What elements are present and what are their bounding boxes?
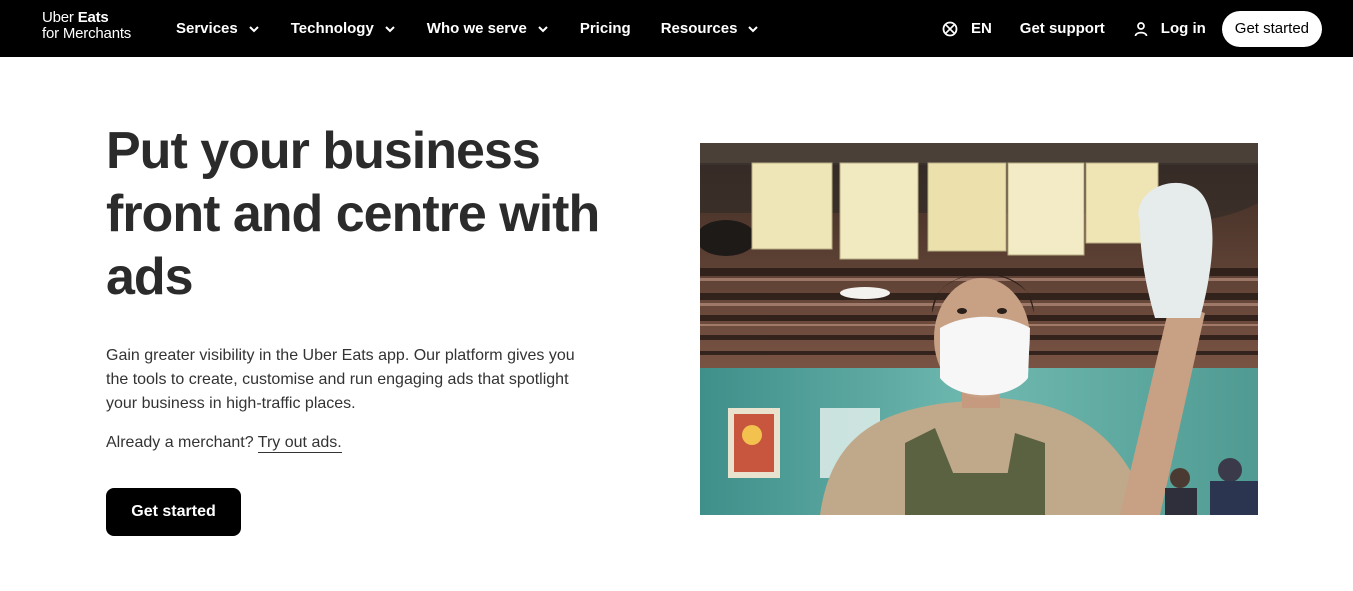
logo-line-2: for Merchants: [42, 25, 132, 42]
nav-services-label: Services: [176, 20, 238, 37]
language-label: EN: [970, 20, 992, 37]
uber-eats-merchants-logo[interactable]: Uber Eats for Merchants: [42, 10, 152, 44]
nav-resources-label: Resources: [660, 20, 738, 37]
language-selector[interactable]: EN: [942, 20, 992, 37]
nav-who-we-serve[interactable]: Who we serve: [427, 0, 550, 57]
hero-photo-worker-with-order-tickets: [700, 143, 1258, 515]
try-out-ads-link[interactable]: Try out ads.: [257, 434, 342, 453]
primary-nav: Services Technology Who we serve Pricing…: [176, 0, 790, 57]
top-navigation-bar: Uber Eats for Merchants Services Technol…: [0, 0, 1353, 57]
merchant-prompt: Already a merchant? Try out ads.: [106, 431, 576, 455]
chevron-down-icon: [536, 22, 550, 36]
login-link[interactable]: Log in: [1133, 20, 1206, 37]
nav-resources[interactable]: Resources: [661, 0, 761, 57]
globe-icon: [942, 21, 958, 37]
logo-uber-text: Uber: [42, 9, 78, 26]
chevron-down-icon: [383, 22, 397, 36]
nav-who-we-serve-label: Who we serve: [426, 20, 527, 37]
person-icon: [1133, 21, 1149, 37]
nav-technology[interactable]: Technology: [291, 0, 397, 57]
secondary-nav: EN Get support Log in Get started: [942, 0, 1322, 57]
nav-services[interactable]: Services: [176, 0, 261, 57]
chevron-down-icon: [746, 22, 760, 36]
logo-line-1: Uber Eats: [42, 10, 152, 26]
header-get-started-button[interactable]: Get started: [1221, 10, 1322, 47]
merchant-prompt-text: Already a merchant?: [106, 434, 258, 451]
chevron-down-icon: [247, 22, 261, 36]
get-support-link[interactable]: Get support: [1020, 20, 1105, 37]
hero-description: Gain greater visibility in the Uber Eats…: [106, 347, 575, 412]
hero-get-started-button[interactable]: Get started: [106, 488, 241, 536]
nav-technology-label: Technology: [290, 20, 374, 37]
nav-pricing-label: Pricing: [579, 20, 631, 37]
logo-eats-text: Eats: [77, 9, 109, 26]
hero-title: Put your business front and centre with …: [106, 122, 600, 306]
login-label: Log in: [1160, 20, 1206, 37]
nav-pricing[interactable]: Pricing: [580, 0, 631, 57]
